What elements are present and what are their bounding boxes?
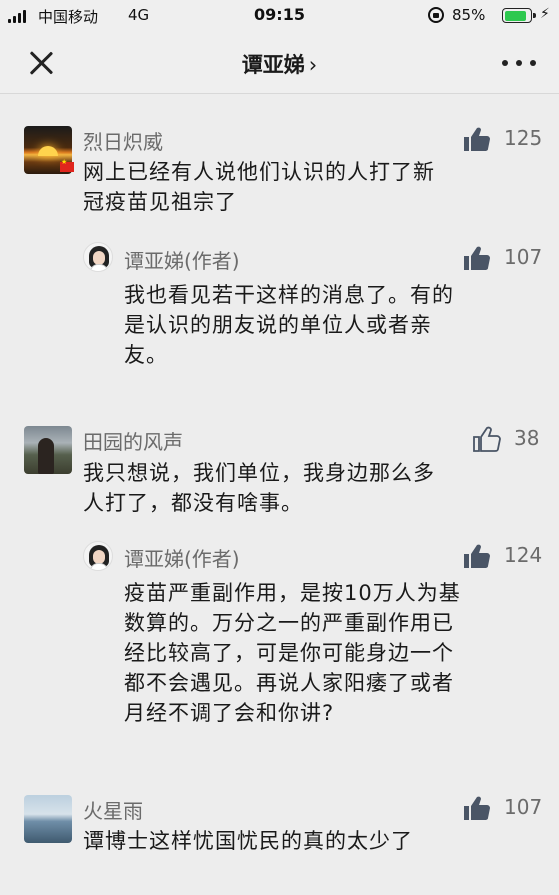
thumbs-up-icon: [464, 127, 490, 151]
reply-author-name[interactable]: 谭亚娣(作者): [124, 245, 240, 274]
commenter-name[interactable]: 田园的风声: [83, 426, 183, 455]
page-title-text: 谭亚娣: [241, 53, 305, 77]
nav-bar: 谭亚娣 ›: [0, 32, 559, 94]
comment-text: 网上已经有人说他们认识的人打了新 冠疫苗见祖宗了: [83, 157, 435, 217]
reply-text-line: 月经不调了会和你讲?: [124, 701, 335, 725]
comment-text-line: 谭博士这样忧国忧民的真的太少了: [83, 829, 413, 853]
like-count: 38: [514, 426, 540, 450]
charging-icon: ⚡: [540, 6, 550, 22]
like-count: 107: [504, 245, 543, 269]
reply-text-line: 疫苗严重副作用，是按10万人为基: [124, 581, 461, 605]
rotation-lock-icon: [428, 7, 444, 23]
like-count: 125: [504, 126, 543, 150]
battery-fill: [504, 10, 526, 21]
flag-icon: [60, 158, 74, 172]
comment-text-line: 我只想说，我们单位，我身边那么多: [83, 461, 435, 485]
thumbs-up-icon: [464, 246, 490, 270]
reply-text-line: 我也看见若干这样的消息了。有的: [124, 283, 454, 307]
thumbs-up-icon: [464, 796, 490, 820]
reply-text-line: 都不会遇见。再说人家阳痿了或者: [124, 671, 454, 695]
thumbs-up-icon: [464, 544, 490, 568]
reply-text-line: 友。: [124, 343, 168, 367]
commenter-name[interactable]: 火星雨: [83, 795, 143, 824]
avatar[interactable]: [24, 426, 72, 474]
comment-text: 谭博士这样忧国忧民的真的太少了: [83, 826, 413, 856]
author-avatar[interactable]: [83, 541, 113, 571]
battery-percent: 85%: [452, 6, 486, 24]
avatar[interactable]: [24, 795, 72, 843]
reply-author-name[interactable]: 谭亚娣(作者): [124, 543, 240, 572]
status-bar: 中国移动 4G 09:15 85% ⚡: [0, 0, 559, 32]
battery-icon: [502, 8, 536, 23]
comment-text-line: 人打了，都没有啥事。: [83, 491, 303, 515]
reply-text: 我也看见若干这样的消息了。有的 是认识的朋友说的单位人或者亲 友。: [124, 280, 454, 370]
reply-text-line: 经比较高了，可是你可能身边一个: [124, 641, 454, 665]
like-count: 107: [504, 795, 543, 819]
more-icon[interactable]: [502, 60, 538, 68]
thumbs-up-outline-icon: [473, 426, 501, 452]
author-avatar[interactable]: [83, 242, 113, 272]
page-title[interactable]: 谭亚娣 ›: [0, 49, 559, 79]
commenter-name[interactable]: 烈日炽威: [83, 126, 163, 155]
comment-text-line: 网上已经有人说他们认识的人打了新: [83, 160, 435, 184]
chevron-right-icon: ›: [308, 53, 318, 77]
reply-text-line: 数算的。万分之一的严重副作用已: [124, 611, 454, 635]
reply-text: 疫苗严重副作用，是按10万人为基 数算的。万分之一的严重副作用已 经比较高了，可…: [124, 578, 461, 728]
like-count: 124: [504, 543, 543, 567]
comment-text: 我只想说，我们单位，我身边那么多 人打了，都没有啥事。: [83, 458, 435, 518]
reply-text-line: 是认识的朋友说的单位人或者亲: [124, 313, 432, 337]
comment-text-line: 冠疫苗见祖宗了: [83, 190, 237, 214]
